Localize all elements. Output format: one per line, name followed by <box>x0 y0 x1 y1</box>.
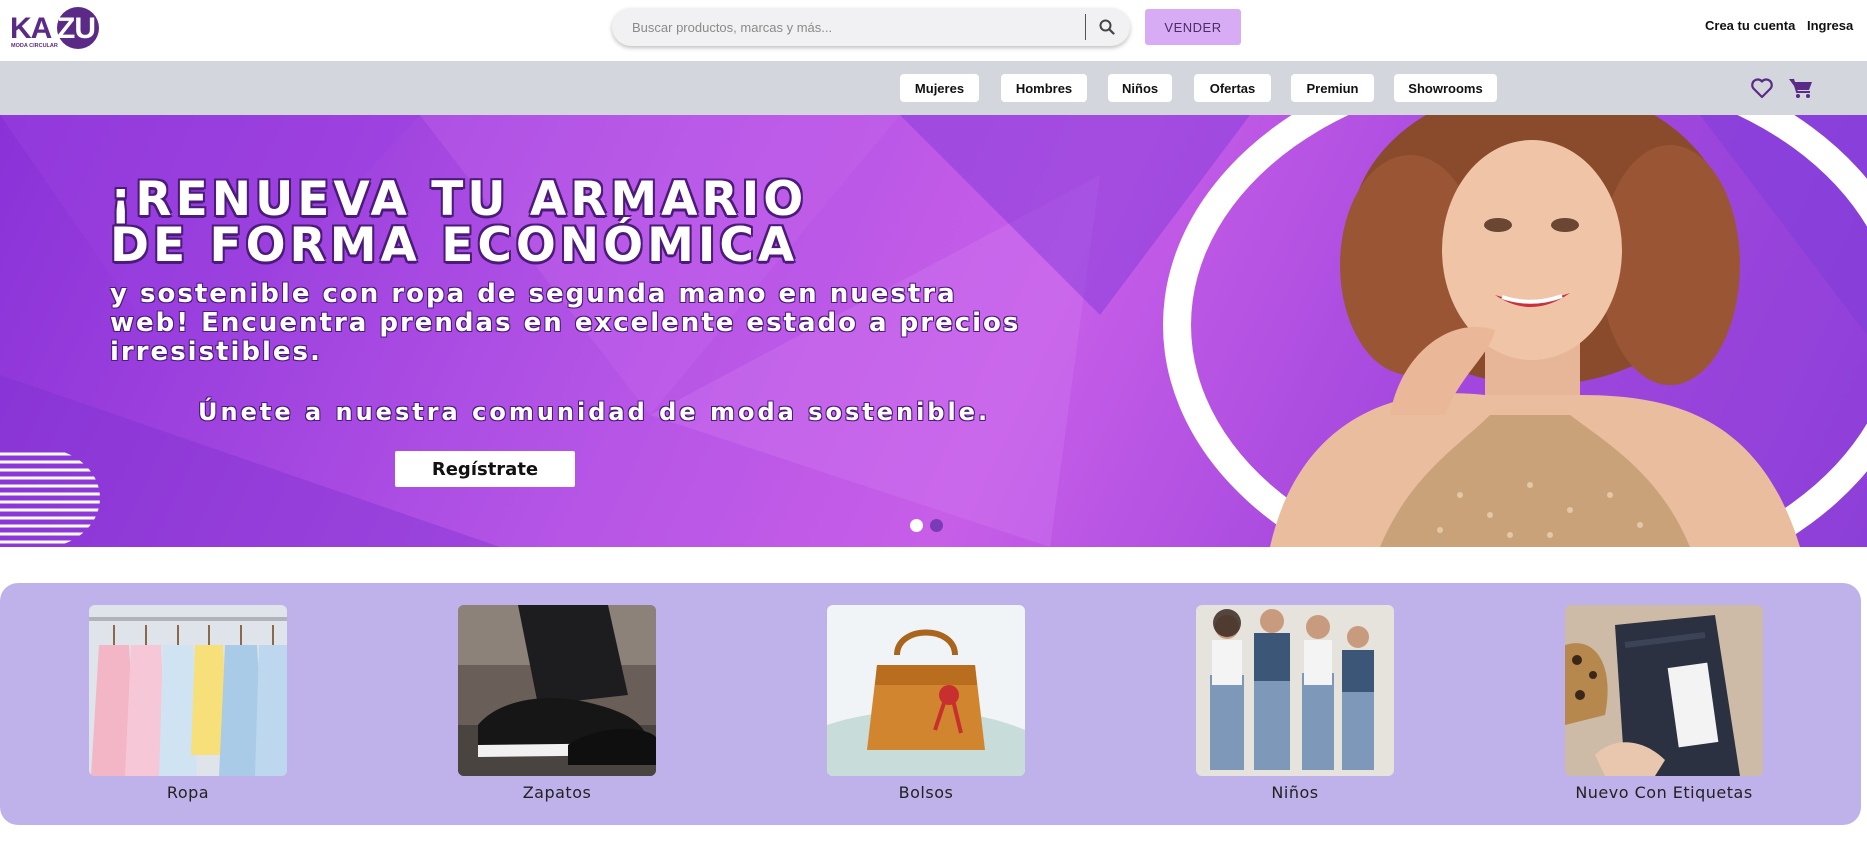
category-image-ropa[interactable] <box>89 605 287 776</box>
model-photo <box>1270 115 1800 547</box>
nav-item-ofertas[interactable]: Ofertas <box>1194 74 1271 102</box>
category-tiles: Ropa Zapatos Bolsos Niños Nuevo Con Etiq… <box>0 583 1861 825</box>
register-button[interactable]: Regístrate <box>395 451 575 487</box>
hero-subtitle-line2: web! Encuentra prendas en excelente esta… <box>110 308 1021 338</box>
category-label-bolsos: Bolsos <box>898 783 954 802</box>
carousel-dot-2[interactable] <box>930 519 943 532</box>
hero-subtitle-line3: irresistibles. <box>110 337 322 367</box>
search-bar <box>612 8 1130 46</box>
svg-text:ZU: ZU <box>57 12 95 45</box>
top-header: KA ZU MODA CIRCULAR VENDER Crea tu cuent… <box>0 0 1867 61</box>
carousel-dot-1[interactable] <box>910 519 923 532</box>
category-image-nuevo-con-etiquetas[interactable] <box>1565 605 1763 776</box>
search-divider <box>1085 14 1086 40</box>
category-image-ninos[interactable] <box>1196 605 1394 776</box>
hero-title-line2: DE FORMA ECONÓMICA <box>110 218 799 273</box>
category-tile-nuevo-con-etiquetas[interactable]: Nuevo Con Etiquetas <box>1565 605 1763 802</box>
decorative-stripes <box>0 452 100 544</box>
search-input[interactable] <box>632 8 1072 46</box>
category-label-zapatos: Zapatos <box>522 783 592 802</box>
nav-item-premiun[interactable]: Premiun <box>1291 74 1374 102</box>
category-image-zapatos[interactable] <box>458 605 656 776</box>
nav-item-showrooms[interactable]: Showrooms <box>1394 74 1497 102</box>
category-label-ninos: Niños <box>1271 783 1319 802</box>
cart-icon[interactable] <box>1788 76 1814 100</box>
category-tile-zapatos[interactable]: Zapatos <box>458 605 656 802</box>
svg-text:MODA CIRCULAR: MODA CIRCULAR <box>11 43 58 49</box>
category-label-nuevo-con-etiquetas: Nuevo Con Etiquetas <box>1575 783 1753 802</box>
nav-item-ninos[interactable]: Niños <box>1108 74 1172 102</box>
nav-item-mujeres[interactable]: Mujeres <box>900 74 979 102</box>
heart-icon[interactable] <box>1749 76 1775 100</box>
hero-banner: ¡RENUEVA TU ARMARIO DE FORMA ECONÓMICA y… <box>0 115 1867 547</box>
nav-item-hombres[interactable]: Hombres <box>1001 74 1087 102</box>
category-nav: Mujeres Hombres Niños Ofertas Premiun Sh… <box>0 61 1867 115</box>
kazu-logo[interactable]: KA ZU MODA CIRCULAR <box>10 6 100 52</box>
category-tile-bolsos[interactable]: Bolsos <box>827 605 1025 802</box>
search-icon[interactable] <box>1094 15 1120 39</box>
sell-button[interactable]: VENDER <box>1145 9 1241 45</box>
login-link[interactable]: Ingresa <box>1807 18 1853 33</box>
hero-title: ¡RENUEVA TU ARMARIO DE FORMA ECONÓMICA <box>110 176 807 269</box>
hero-subtitle-line1: y sostenible con ropa de segunda mano en… <box>110 279 957 309</box>
create-account-link[interactable]: Crea tu cuenta <box>1705 18 1795 33</box>
hero-subtitle: y sostenible con ropa de segunda mano en… <box>110 280 1110 367</box>
category-tile-ninos[interactable]: Niños <box>1196 605 1394 802</box>
category-image-bolsos[interactable] <box>827 605 1025 776</box>
category-tile-ropa[interactable]: Ropa <box>89 605 287 802</box>
hero-join-text: Únete a nuestra comunidad de moda sosten… <box>198 398 991 426</box>
svg-text:KA: KA <box>10 12 52 45</box>
category-label-ropa: Ropa <box>166 783 210 802</box>
